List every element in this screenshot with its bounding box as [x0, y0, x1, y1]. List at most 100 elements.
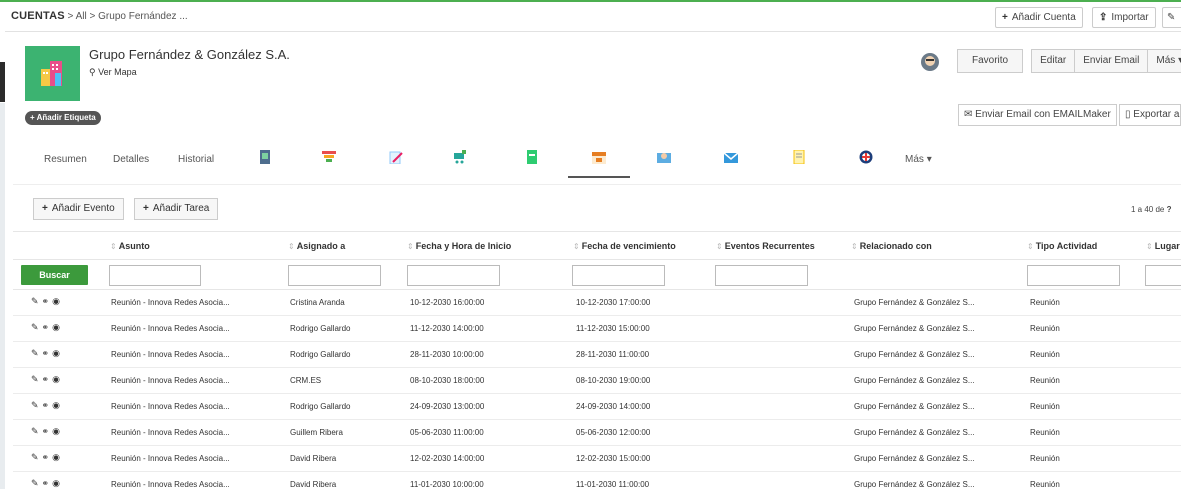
cell-related[interactable]: Grupo Fernández & González S...	[854, 298, 975, 307]
table-row[interactable]: ✎⚭◉ Reunión - Innova Redes Asocia... Crist…	[13, 290, 1181, 316]
eye-icon[interactable]: ◉	[52, 400, 63, 410]
column-header-label: Asignado a	[296, 241, 346, 251]
cell-related[interactable]: Grupo Fernández & González S...	[854, 324, 975, 333]
tools-button[interactable]: ✎	[1162, 7, 1181, 28]
add-event-button[interactable]: + Añadir Evento	[33, 198, 124, 220]
table-row[interactable]: ✎⚭◉ Reunión - Innova Redes Asocia... CRM.E…	[13, 368, 1181, 394]
column-header-due-date[interactable]: ⇕ Fecha de vencimiento	[573, 241, 676, 251]
link-icon[interactable]: ⚭	[42, 400, 53, 410]
pencil-icon[interactable]: ✎	[31, 452, 42, 462]
table-row[interactable]: ✎⚭◉ Reunión - Innova Redes Asocia... Rodri…	[13, 342, 1181, 368]
emailmaker-button[interactable]: ✉ Enviar Email con EMAILMaker	[958, 104, 1117, 126]
export-button[interactable]: ▯ Exportar a	[1119, 104, 1181, 126]
link-icon[interactable]: ⚭	[42, 348, 53, 358]
eye-icon[interactable]: ◉	[52, 348, 63, 358]
column-header-assigned[interactable]: ⇕ Asignado a	[288, 241, 345, 251]
column-header-related[interactable]: ⇕ Relacionado con	[851, 241, 932, 251]
cell-subject[interactable]: Reunión - Innova Redes Asocia...	[111, 428, 230, 437]
pencil-icon[interactable]: ✎	[31, 322, 42, 332]
notes-tab-icon[interactable]	[792, 150, 806, 164]
column-header-location[interactable]: ⇕ Lugar	[1146, 241, 1180, 251]
cell-related[interactable]: Grupo Fernández & González S...	[854, 402, 975, 411]
pencil-icon[interactable]: ✎	[31, 296, 42, 306]
column-header-start-date[interactable]: ⇕ Fecha y Hora de Inicio	[407, 241, 511, 251]
subject-filter-input[interactable]	[109, 265, 201, 286]
table-row[interactable]: ✎⚭◉ Reunión - Innova Redes Asocia... Rodri…	[13, 394, 1181, 420]
tab-more[interactable]: Más ▾	[905, 154, 932, 165]
table-row[interactable]: ✎⚭◉ Reunión - Innova Redes Asocia... Guill…	[13, 420, 1181, 446]
table-row[interactable]: ✎⚭◉ Reunión - Innova Redes Asocia... Rodri…	[13, 316, 1181, 342]
eye-icon[interactable]: ◉	[52, 374, 63, 384]
eye-icon[interactable]: ◉	[52, 296, 63, 306]
link-icon[interactable]: ⚭	[42, 426, 53, 436]
recurring-filter-input[interactable]	[715, 265, 808, 286]
link-icon[interactable]: ⚭	[42, 374, 53, 384]
send-email-button[interactable]: Enviar Email	[1074, 49, 1149, 73]
favorite-button[interactable]: Favorito	[957, 49, 1024, 73]
cell-subject[interactable]: Reunión - Innova Redes Asocia...	[111, 298, 230, 307]
add-account-button[interactable]: + Añadir Cuenta	[995, 7, 1083, 28]
cell-subject[interactable]: Reunión - Innova Redes Asocia...	[111, 324, 230, 333]
search-button[interactable]: Buscar	[21, 265, 88, 285]
cell-due-date: 08-10-2030 19:00:00	[576, 376, 651, 385]
email-tab-icon[interactable]	[724, 150, 738, 164]
table-row[interactable]: ✎⚭◉ Reunión - Innova Redes Asocia... David…	[13, 472, 1181, 489]
start-date-filter-input[interactable]	[407, 265, 500, 286]
pagination-total[interactable]: ?	[1167, 205, 1172, 214]
eye-icon[interactable]: ◉	[52, 452, 63, 462]
pencil-icon[interactable]: ✎	[31, 426, 42, 436]
cell-related[interactable]: Grupo Fernández & González S...	[854, 480, 975, 489]
cell-subject[interactable]: Reunión - Innova Redes Asocia...	[111, 454, 230, 463]
tab-details[interactable]: Detalles	[113, 154, 149, 165]
pencil-icon[interactable]: ✎	[31, 400, 42, 410]
assigned-filter-input[interactable]	[288, 265, 381, 286]
tab-summary[interactable]: Resumen	[44, 154, 87, 165]
cell-subject[interactable]: Reunión - Innova Redes Asocia...	[111, 402, 230, 411]
link-icon[interactable]: ⚭	[42, 322, 53, 332]
breadcrumb-all[interactable]: All	[76, 11, 87, 22]
eye-icon[interactable]: ◉	[52, 478, 63, 488]
more-actions-button[interactable]: Más ▾	[1147, 49, 1181, 73]
cell-subject[interactable]: Reunión - Innova Redes Asocia...	[111, 376, 230, 385]
eye-icon[interactable]: ◉	[52, 426, 63, 436]
contact-mail-tab-icon[interactable]	[657, 150, 671, 164]
link-icon[interactable]: ⚭	[42, 452, 53, 462]
column-header-activity-type[interactable]: ⇕ Tipo Actividad	[1027, 241, 1097, 251]
tab-history[interactable]: Historial	[178, 154, 214, 165]
table-row[interactable]: ✎⚭◉ Reunión - Innova Redes Asocia... David…	[13, 446, 1181, 472]
breadcrumb-module[interactable]: CUENTAS	[11, 10, 65, 22]
contacts-tab-icon[interactable]	[258, 150, 272, 164]
wrench-icon: ✎	[1167, 12, 1176, 23]
pencil-icon[interactable]: ✎	[31, 374, 42, 384]
view-map-link[interactable]: ⚲ Ver Mapa	[89, 67, 137, 78]
cell-related[interactable]: Grupo Fernández & González S...	[854, 454, 975, 463]
add-task-button[interactable]: + Añadir Tarea	[134, 198, 219, 220]
edit-button[interactable]: Editar	[1031, 49, 1076, 73]
account-logo[interactable]	[25, 46, 80, 101]
cell-related[interactable]: Grupo Fernández & González S...	[854, 428, 975, 437]
column-header-recurring[interactable]: ⇕ Eventos Recurrentes	[716, 241, 815, 251]
funnel-tab-icon[interactable]	[322, 150, 336, 164]
cart-tab-icon[interactable]	[453, 150, 467, 164]
cell-start-date: 10-12-2030 16:00:00	[410, 298, 485, 307]
pencil-icon[interactable]: ✎	[31, 348, 42, 358]
cell-subject[interactable]: Reunión - Innova Redes Asocia...	[111, 350, 230, 359]
eye-icon[interactable]: ◉	[52, 322, 63, 332]
document-tab-icon[interactable]	[525, 150, 539, 164]
location-filter-input[interactable]	[1145, 265, 1181, 286]
cell-related[interactable]: Grupo Fernández & González S...	[854, 350, 975, 359]
import-button[interactable]: ⇪ Importar	[1092, 7, 1156, 28]
cell-subject[interactable]: Reunión - Innova Redes Asocia...	[111, 480, 230, 489]
add-tag-button[interactable]: + Añadir Etiqueta	[25, 111, 101, 125]
activity-type-filter-input[interactable]	[1027, 265, 1120, 286]
link-icon[interactable]: ⚭	[42, 478, 53, 488]
owner-avatar-icon[interactable]	[920, 52, 940, 72]
pencil-icon[interactable]: ✎	[31, 478, 42, 488]
due-date-filter-input[interactable]	[572, 265, 665, 286]
quotes-tab-icon[interactable]	[389, 150, 403, 164]
link-icon[interactable]: ⚭	[42, 296, 53, 306]
column-header-subject[interactable]: ⇕ Asunto	[110, 241, 150, 251]
calendar-tab-icon[interactable]	[592, 150, 606, 164]
cell-related[interactable]: Grupo Fernández & González S...	[854, 376, 975, 385]
help-tab-icon[interactable]	[859, 150, 873, 164]
